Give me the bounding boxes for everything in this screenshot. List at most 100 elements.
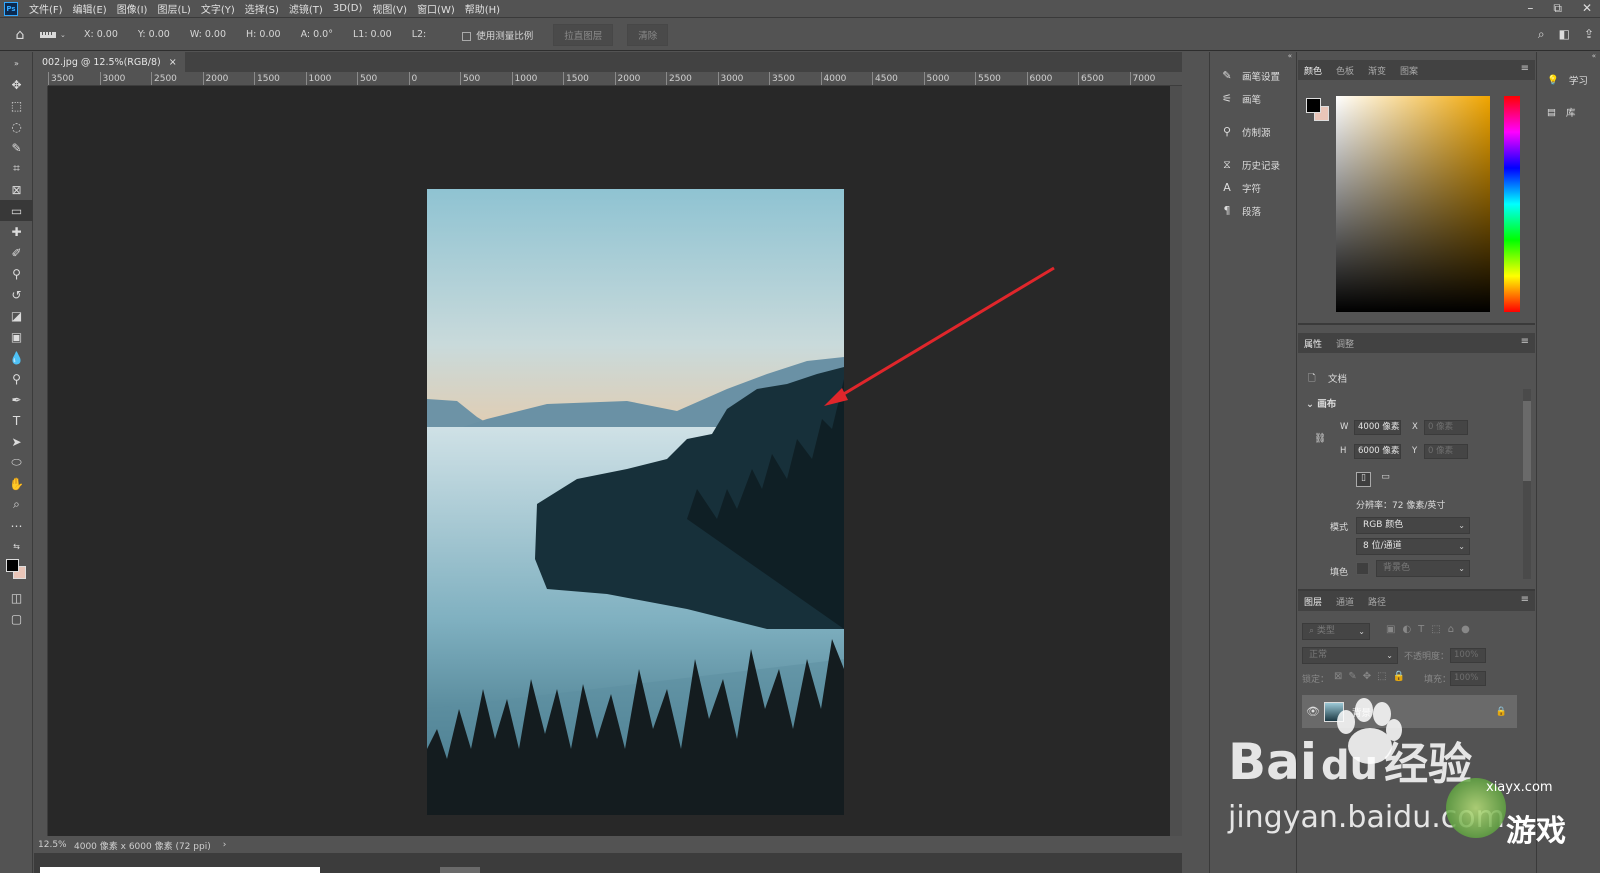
panel-brush-settings[interactable]: ✎ 画笔设置 (1210, 64, 1296, 87)
tab-properties[interactable]: 属性 (1304, 337, 1322, 350)
history-brush-tool-icon[interactable]: ↺ (0, 284, 33, 305)
blur-tool-icon[interactable]: 💧 (0, 347, 33, 368)
move-tool-icon[interactable]: ✥ (0, 74, 33, 95)
panel-paragraph[interactable]: ¶ 段落 (1210, 199, 1296, 222)
close-tab-icon[interactable]: × (169, 57, 177, 68)
stamp-tool-icon[interactable]: ⚲ (0, 263, 33, 284)
y-field[interactable]: 0 像素 (1424, 444, 1468, 459)
x-field[interactable]: 0 像素 (1424, 420, 1468, 435)
canvas-section-header[interactable]: ⌄ 画布 (1306, 396, 1336, 410)
menu-3d[interactable]: 3D(D) (328, 3, 368, 14)
search-icon[interactable]: ⌕ (1538, 27, 1545, 42)
lasso-tool-icon[interactable]: ◌ (0, 116, 33, 137)
panel-history[interactable]: ⧖ 历史记录 (1210, 153, 1296, 176)
tab-paths[interactable]: 路径 (1368, 595, 1386, 608)
tab-adjustments[interactable]: 调整 (1336, 337, 1354, 350)
portrait-orientation-icon[interactable]: ▯ (1356, 472, 1371, 487)
menu-file[interactable]: 文件(F) (24, 1, 68, 16)
fill-select[interactable]: 背景色 ⌄ (1376, 560, 1470, 577)
panel-menu-icon[interactable]: ≡ (1521, 63, 1529, 74)
fill-opacity-field[interactable]: 100% (1450, 671, 1486, 686)
checkbox-box[interactable] (462, 31, 472, 41)
ruler-tool-preset-icon[interactable]: ⌄ (40, 31, 84, 39)
quick-mask-icon[interactable]: ◫ (0, 587, 33, 608)
tab-color[interactable]: 颜色 (1304, 64, 1322, 77)
blend-mode-select[interactable]: 正常 ⌄ (1302, 647, 1398, 664)
tab-channels[interactable]: 通道 (1336, 595, 1354, 608)
canvas-workspace[interactable] (48, 86, 1182, 836)
frame-tool-icon[interactable]: ⊠ (0, 179, 33, 200)
workspace-icon[interactable]: ◧ (1559, 27, 1570, 42)
panel-menu-icon[interactable]: ≡ (1521, 594, 1529, 605)
eraser-tool-icon[interactable]: ◪ (0, 305, 33, 326)
link-icon[interactable]: ⛓ (1314, 433, 1326, 444)
collapse-strip-icon[interactable]: « (1210, 52, 1296, 64)
quick-select-tool-icon[interactable]: ✎ (0, 137, 33, 158)
healing-brush-tool-icon[interactable]: ✚ (0, 221, 33, 242)
foreground-color-swatch[interactable] (6, 559, 19, 572)
panel-menu-icon[interactable]: ≡ (1521, 336, 1529, 347)
height-field[interactable]: 6000 像素 (1354, 444, 1401, 459)
collapse-toolbar-icon[interactable]: » (0, 52, 33, 74)
layer-filter-select[interactable]: ⌕ 类型 ⌄ (1302, 623, 1370, 640)
tab-layers[interactable]: 图层 (1304, 595, 1322, 608)
restore-button[interactable]: ⧉ (1553, 1, 1562, 16)
swap-colors-icon[interactable]: ⇆ (0, 536, 33, 557)
visibility-eye-icon[interactable]: 👁 (1302, 705, 1324, 718)
use-measurement-scale-checkbox[interactable]: 使用测量比例 (462, 28, 533, 42)
opacity-field[interactable]: 100% (1450, 648, 1486, 663)
minimize-button[interactable]: – (1527, 1, 1533, 16)
more-tools-icon[interactable]: ⋯ (0, 515, 33, 536)
lock-icons[interactable]: ⊠✎✥⬚🔒 (1334, 671, 1411, 682)
ruler-tool-icon[interactable]: ▭ (0, 200, 33, 221)
horizontal-scrollbar[interactable] (34, 853, 1182, 873)
close-button[interactable]: ✕ (1582, 1, 1592, 16)
foreground-color-swatch[interactable] (1306, 98, 1321, 113)
horizontal-scroll-thumb[interactable] (40, 867, 320, 873)
vertical-scrollbar[interactable] (1170, 86, 1182, 836)
status-menu-arrow[interactable]: › (223, 840, 227, 850)
clear-button[interactable]: 清除 (627, 23, 669, 46)
menu-type[interactable]: 文字(Y) (196, 1, 240, 16)
tab-swatches[interactable]: 色板 (1336, 64, 1354, 77)
landscape-orientation-icon[interactable]: ▭ (1378, 472, 1393, 487)
tab-gradients[interactable]: 渐变 (1368, 64, 1386, 77)
properties-scrollbar[interactable] (1523, 389, 1531, 579)
gradient-tool-icon[interactable]: ▣ (0, 326, 33, 347)
panel-clone-source[interactable]: ⚲ 仿制源 (1210, 120, 1296, 143)
marquee-tool-icon[interactable]: ⬚ (0, 95, 33, 116)
menu-edit[interactable]: 编辑(E) (68, 1, 112, 16)
layer-row-background[interactable]: 👁 背景 🔒 (1302, 695, 1517, 728)
properties-scroll-thumb[interactable] (1523, 401, 1531, 481)
saturation-value-field[interactable] (1336, 96, 1490, 312)
zoom-tool-icon[interactable]: ⌕ (0, 494, 33, 515)
menu-layer[interactable]: 图层(L) (152, 1, 195, 16)
dodge-tool-icon[interactable]: ⚲ (0, 368, 33, 389)
hand-tool-icon[interactable]: ✋ (0, 473, 33, 494)
layer-name[interactable]: 背景 (1352, 705, 1371, 719)
panel-brushes[interactable]: ⚟ 画笔 (1210, 87, 1296, 110)
panel-learn[interactable]: 💡 学习 (1537, 64, 1600, 96)
pen-tool-icon[interactable]: ✒ (0, 389, 33, 410)
hue-slider[interactable] (1504, 96, 1520, 312)
menu-filter[interactable]: 滤镜(T) (284, 1, 328, 16)
menu-help[interactable]: 帮助(H) (460, 1, 505, 16)
panel-character[interactable]: A 字符 (1210, 176, 1296, 199)
zoom-level[interactable]: 12.5% (34, 840, 74, 850)
document-tab[interactable]: 002.jpg @ 12.5%(RGB/8) × (34, 52, 185, 72)
brush-tool-icon[interactable]: ✐ (0, 242, 33, 263)
collapse-strip-icon[interactable]: « (1537, 52, 1600, 64)
shape-tool-icon[interactable]: ⬭ (0, 452, 33, 473)
crop-tool-icon[interactable]: ⌗ (0, 158, 33, 179)
menu-select[interactable]: 选择(S) (240, 1, 284, 16)
color-mode-select[interactable]: RGB 颜色 ⌄ (1356, 517, 1470, 534)
path-select-tool-icon[interactable]: ➤ (0, 431, 33, 452)
fill-swatch[interactable] (1356, 562, 1369, 575)
bit-depth-select[interactable]: 8 位/通道 ⌄ (1356, 538, 1470, 555)
menu-image[interactable]: 图像(I) (112, 1, 153, 16)
color-swatches[interactable] (0, 557, 32, 587)
panel-libraries[interactable]: ▤ 库 (1537, 96, 1600, 128)
menu-view[interactable]: 视图(V) (367, 1, 412, 16)
menu-window[interactable]: 窗口(W) (412, 1, 460, 16)
layer-filter-icons[interactable]: ▣◐T⬚⌂● (1386, 624, 1477, 635)
